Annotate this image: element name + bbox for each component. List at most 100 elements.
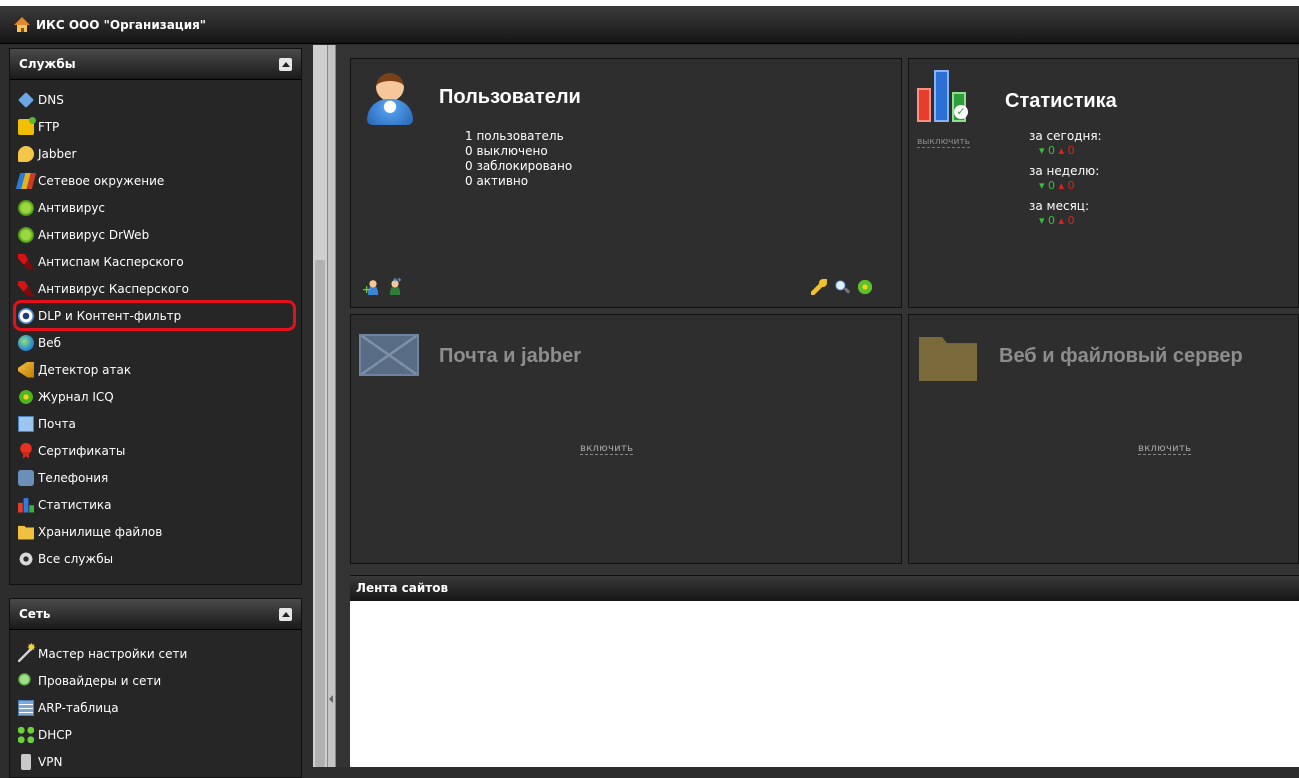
statistics-title[interactable]: Статистика xyxy=(1005,90,1117,113)
sidebar-item-jabber[interactable]: Jabber xyxy=(10,140,301,167)
ftp-icon xyxy=(18,116,36,135)
services-menu: DNS FTP Jabber Сетевое окружение Антивирус Ан… xyxy=(10,80,301,572)
import-users-icon[interactable] xyxy=(387,275,403,295)
period-week-label: за неделю: xyxy=(1029,164,1100,178)
period-month-label: за месяц: xyxy=(1029,199,1090,213)
users-blocked: 0 заблокировано xyxy=(465,159,573,173)
sidebar-item-eye[interactable]: DLP и Контент-фильтр xyxy=(13,300,296,331)
network-menu: Мастер настройки сети Провайдеры и сети AR… xyxy=(10,630,301,775)
sidebar-item-label: Антиспам Касперского xyxy=(38,254,184,269)
collapse-arrow-icon[interactable] xyxy=(329,695,333,703)
sidebar-item-label: Сертификаты xyxy=(38,443,126,458)
sidebar-item-network[interactable]: Сетевое окружение xyxy=(10,167,301,194)
web-file-server-tile: Веб и файловый сервер включить xyxy=(908,314,1299,564)
key-icon[interactable] xyxy=(811,279,827,295)
sidebar-item-horn[interactable]: Детектор атак xyxy=(10,356,301,383)
phone-icon xyxy=(18,469,34,486)
site-feed-panel: Лента сайтов xyxy=(350,575,1299,767)
sidebar-item-label: Jabber xyxy=(38,146,77,161)
sidebar-scrollbar[interactable] xyxy=(313,45,327,767)
services-panel: Службы DNS FTP Jabber Сетевое окружение Анти… xyxy=(9,48,302,585)
scrollbar-thumb[interactable] xyxy=(315,260,325,767)
sidebar-item-certificate[interactable]: Сертификаты xyxy=(10,437,301,464)
users-title[interactable]: Пользователи xyxy=(439,86,581,109)
network-panel: Сеть Мастер настройки сети Провайдеры и с… xyxy=(9,598,302,778)
sidebar-item-gear[interactable]: Все службы xyxy=(10,545,301,572)
sidebar-item-search[interactable]: Провайдеры и сети xyxy=(10,667,301,694)
sidebar-item-label: Детектор атак xyxy=(38,362,132,377)
sidebar-item-label: Веб xyxy=(38,335,62,350)
sidebar-item-label: VPN xyxy=(38,754,63,769)
mail-jabber-title: Почта и jabber xyxy=(439,345,582,367)
certificate-icon xyxy=(18,442,34,459)
dhcp-icon xyxy=(18,726,34,743)
sidebar-item-globe[interactable]: Веб xyxy=(10,329,301,356)
vpn-icon xyxy=(21,753,31,770)
kaspersky-icon xyxy=(18,280,34,297)
bug-icon xyxy=(18,199,34,216)
sidebar-item-label: Статистика xyxy=(38,497,112,512)
icq-flower-icon[interactable] xyxy=(857,279,873,295)
sidebar-item-icq-flower[interactable]: Журнал ICQ xyxy=(10,383,301,410)
sidebar-item-label: FTP xyxy=(38,119,60,134)
sidebar-item-tag[interactable]: DNS xyxy=(10,86,301,113)
kaspersky-icon xyxy=(18,253,34,270)
eye-icon xyxy=(18,307,34,324)
sidebar-item-dhcp[interactable]: DHCP xyxy=(10,721,301,748)
sidebar: Службы DNS FTP Jabber Сетевое окружение Анти… xyxy=(0,45,313,778)
sidebar-item-wand[interactable]: Мастер настройки сети xyxy=(10,640,301,667)
sidebar-item-vpn[interactable]: VPN xyxy=(10,748,301,775)
globe-icon xyxy=(18,334,34,351)
wand-icon xyxy=(18,641,36,662)
sidebar-item-label: Телефония xyxy=(38,470,109,485)
app-titlebar: ИКС ООО "Организация" xyxy=(0,6,1299,44)
home-icon[interactable] xyxy=(14,16,30,33)
disable-statistics-link[interactable]: выключить xyxy=(917,137,970,148)
sidebar-item-label: Антивирус xyxy=(38,200,106,215)
users-total: 1 пользователь xyxy=(465,129,564,143)
enable-web-server-link[interactable]: включить xyxy=(1138,443,1192,455)
site-feed-title: Лента сайтов xyxy=(350,576,1299,601)
sidebar-item-label: Антивирус DrWeb xyxy=(38,227,150,242)
bug-icon xyxy=(18,226,34,243)
jabber-icon xyxy=(18,145,34,162)
stats-icon xyxy=(18,498,34,513)
period-month-counts: ▾ 0 ▴ 0 xyxy=(1039,214,1075,227)
users-stats: 1 пользователь 0 выключено 0 заблокирова… xyxy=(465,129,572,189)
statistics-tile: ✓ выключить Статистика за сегодня: ▾ 0 ▴… xyxy=(908,58,1299,308)
panel-splitter[interactable] xyxy=(327,45,336,767)
sidebar-item-folder[interactable]: Хранилище файлов xyxy=(10,518,301,545)
folder-icon xyxy=(919,337,977,381)
sidebar-item-phone[interactable]: Телефония xyxy=(10,464,301,491)
search-icon[interactable] xyxy=(834,279,850,295)
collapse-icon[interactable] xyxy=(279,607,292,621)
sidebar-item-stats[interactable]: Статистика xyxy=(10,491,301,518)
sidebar-item-label: Все службы xyxy=(38,551,114,566)
add-user-icon[interactable] xyxy=(362,279,381,296)
period-week-counts: ▾ 0 ▴ 0 xyxy=(1039,179,1075,192)
sidebar-item-bug[interactable]: Антивирус DrWeb xyxy=(10,221,301,248)
user-icon xyxy=(363,73,417,129)
web-file-server-title: Веб и файловый сервер xyxy=(999,345,1243,367)
sidebar-item-table[interactable]: ARP-таблица xyxy=(10,694,301,721)
network-panel-header: Сеть xyxy=(10,599,301,630)
sidebar-item-label: Журнал ICQ xyxy=(38,389,114,404)
envelope-icon xyxy=(359,334,419,376)
horn-icon xyxy=(18,361,34,378)
enable-mail-link[interactable]: включить xyxy=(580,443,634,455)
sidebar-item-bug[interactable]: Антивирус xyxy=(10,194,301,221)
sidebar-item-mail[interactable]: Почта xyxy=(10,410,301,437)
collapse-icon[interactable] xyxy=(279,57,292,71)
sidebar-item-kaspersky[interactable]: Антивирус Касперского xyxy=(10,275,301,302)
users-disabled: 0 выключено xyxy=(465,144,548,158)
sidebar-item-kaspersky[interactable]: Антиспам Касперского xyxy=(10,248,301,275)
sidebar-item-label: Мастер настройки сети xyxy=(38,646,188,661)
sidebar-item-label: ARP-таблица xyxy=(38,700,119,715)
services-panel-header: Службы xyxy=(10,49,301,80)
sidebar-item-ftp[interactable]: FTP xyxy=(10,113,301,140)
services-panel-title: Службы xyxy=(19,57,76,71)
sidebar-item-label: Антивирус Касперского xyxy=(38,281,189,296)
users-tile: Пользователи 1 пользователь 0 выключено … xyxy=(350,58,902,308)
dashboard: Пользователи 1 пользователь 0 выключено … xyxy=(336,45,1299,767)
network-panel-title: Сеть xyxy=(19,607,51,621)
